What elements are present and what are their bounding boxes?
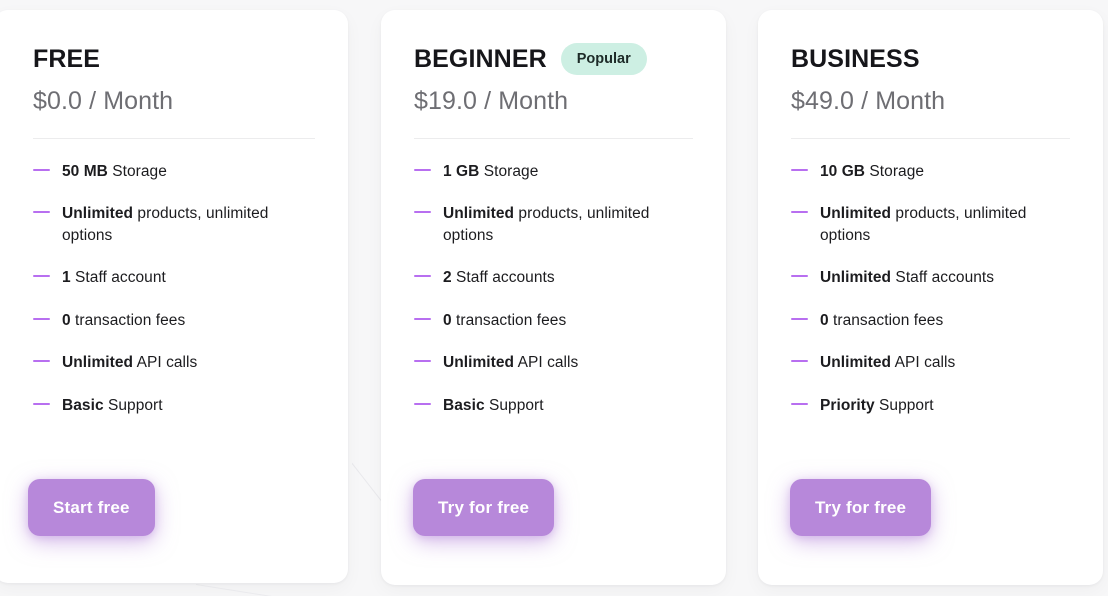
try-for-free-button-business[interactable]: Try for free xyxy=(790,479,932,536)
plan-header: FREE xyxy=(33,42,315,76)
dash-bullet-icon xyxy=(414,395,431,411)
list-item: 0 transaction fees xyxy=(33,310,315,332)
feature-text: 1 Staff account xyxy=(62,269,166,287)
list-item: Basic Support xyxy=(414,395,693,417)
pricing-card-beginner-body: BEGINNER Popular $19.0 / Month 1 GB Stor… xyxy=(381,10,726,416)
list-item: Unlimited API calls xyxy=(791,352,1070,374)
dash-bullet-icon xyxy=(33,161,50,177)
feature-text: Unlimited products, unlimited options xyxy=(820,205,1027,244)
feature-text: Unlimited API calls xyxy=(62,354,198,372)
feature-text: Unlimited products, unlimited options xyxy=(443,205,650,244)
list-item: Unlimited products, unlimited options xyxy=(33,203,315,246)
list-item: Unlimited API calls xyxy=(414,352,693,374)
feature-text: Unlimited API calls xyxy=(820,354,956,372)
status-badge-popular: Popular xyxy=(560,43,647,75)
list-item: Basic Support xyxy=(33,395,315,417)
divider xyxy=(414,137,693,139)
list-item: Unlimited API calls xyxy=(33,352,315,374)
dash-bullet-icon xyxy=(791,267,808,283)
feature-text: Unlimited products, unlimited options xyxy=(62,205,269,244)
plan-name: FREE xyxy=(33,44,101,73)
list-item: 1 GB Storage xyxy=(414,161,693,183)
feature-text: 2 Staff accounts xyxy=(443,269,555,287)
dash-bullet-icon xyxy=(414,203,431,219)
pricing-table: FREE $0.0 / Month 50 MB Storage Unlimite… xyxy=(0,0,1108,596)
pricing-card-business[interactable]: BUSINESS $49.0 / Month 10 GB Storage Unl… xyxy=(758,10,1103,585)
dash-bullet-icon xyxy=(791,310,808,326)
dash-bullet-icon xyxy=(414,310,431,326)
start-free-button[interactable]: Start free xyxy=(28,479,155,536)
feature-text: 10 GB Storage xyxy=(820,162,925,180)
list-item: Priority Support xyxy=(791,395,1070,417)
feature-text: 0 transaction fees xyxy=(443,311,567,329)
dash-bullet-icon xyxy=(33,203,50,219)
feature-text: Priority Support xyxy=(820,396,934,414)
list-item: 1 Staff account xyxy=(33,267,315,289)
divider xyxy=(791,137,1070,139)
feature-text: 1 GB Storage xyxy=(443,162,539,180)
dash-bullet-icon xyxy=(414,161,431,177)
list-item: 0 transaction fees xyxy=(791,310,1070,332)
list-item: 0 transaction fees xyxy=(414,310,693,332)
feature-text: Basic Support xyxy=(62,396,163,414)
list-item: 2 Staff accounts xyxy=(414,267,693,289)
feature-text: 0 transaction fees xyxy=(820,311,944,329)
dash-bullet-icon xyxy=(33,395,50,411)
list-item: Unlimited products, unlimited options xyxy=(414,203,693,246)
dash-bullet-icon xyxy=(791,352,808,368)
pricing-card-business-body: BUSINESS $49.0 / Month 10 GB Storage Unl… xyxy=(758,10,1103,416)
dash-bullet-icon xyxy=(791,203,808,219)
feature-text: Basic Support xyxy=(443,396,544,414)
dash-bullet-icon xyxy=(33,267,50,283)
feature-list: 10 GB Storage Unlimited products, unlimi… xyxy=(791,161,1070,417)
plan-header: BUSINESS xyxy=(791,42,1070,76)
feature-text: Unlimited Staff accounts xyxy=(820,269,995,287)
pricing-card-free[interactable]: FREE $0.0 / Month 50 MB Storage Unlimite… xyxy=(0,10,348,583)
dash-bullet-icon xyxy=(33,352,50,368)
dash-bullet-icon xyxy=(414,352,431,368)
feature-text: Unlimited API calls xyxy=(443,354,579,372)
plan-price: $49.0 / Month xyxy=(791,87,946,115)
feature-text: 0 transaction fees xyxy=(62,311,186,329)
plan-name: BUSINESS xyxy=(791,44,920,73)
plan-price: $0.0 / Month xyxy=(33,87,174,115)
background-diagonal-artifact-secondary xyxy=(196,584,316,596)
pricing-card-beginner[interactable]: BEGINNER Popular $19.0 / Month 1 GB Stor… xyxy=(381,10,726,585)
dash-bullet-icon xyxy=(33,310,50,326)
feature-list: 1 GB Storage Unlimited products, unlimit… xyxy=(414,161,693,417)
pricing-card-free-body: FREE $0.0 / Month 50 MB Storage Unlimite… xyxy=(0,10,348,416)
plan-price: $19.0 / Month xyxy=(414,87,569,115)
list-item: Unlimited Staff accounts xyxy=(791,267,1070,289)
feature-text: 50 MB Storage xyxy=(62,162,167,180)
dash-bullet-icon xyxy=(791,395,808,411)
try-for-free-button-beginner[interactable]: Try for free xyxy=(413,479,555,536)
list-item: 10 GB Storage xyxy=(791,161,1070,183)
dash-bullet-icon xyxy=(791,161,808,177)
divider xyxy=(33,137,315,139)
dash-bullet-icon xyxy=(414,267,431,283)
plan-header: BEGINNER Popular xyxy=(414,42,693,76)
plan-name: BEGINNER xyxy=(414,44,547,73)
list-item: 50 MB Storage xyxy=(33,161,315,183)
feature-list: 50 MB Storage Unlimited products, unlimi… xyxy=(33,161,315,417)
list-item: Unlimited products, unlimited options xyxy=(791,203,1070,246)
